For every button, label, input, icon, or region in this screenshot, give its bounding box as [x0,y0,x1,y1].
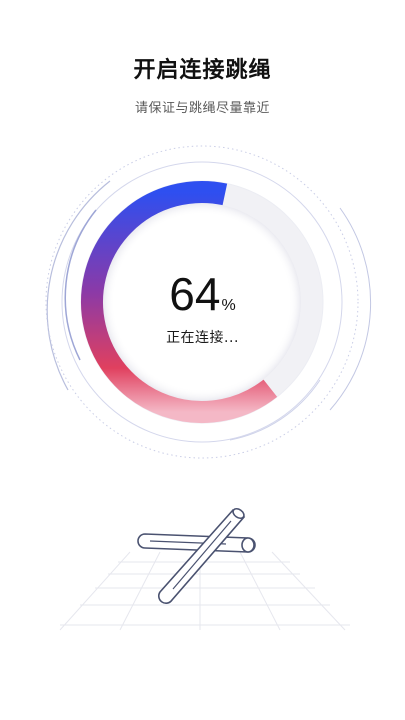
progress-unit: % [221,297,236,314]
rope-handle-left [137,533,256,553]
floor-grid [59,551,350,631]
connection-status: 正在连接... [166,330,239,346]
progress-percent: 64% [0,266,405,334]
rope-handle-right [157,507,246,604]
progress-value: 64 [169,268,221,320]
jump-rope-icon [59,507,350,631]
